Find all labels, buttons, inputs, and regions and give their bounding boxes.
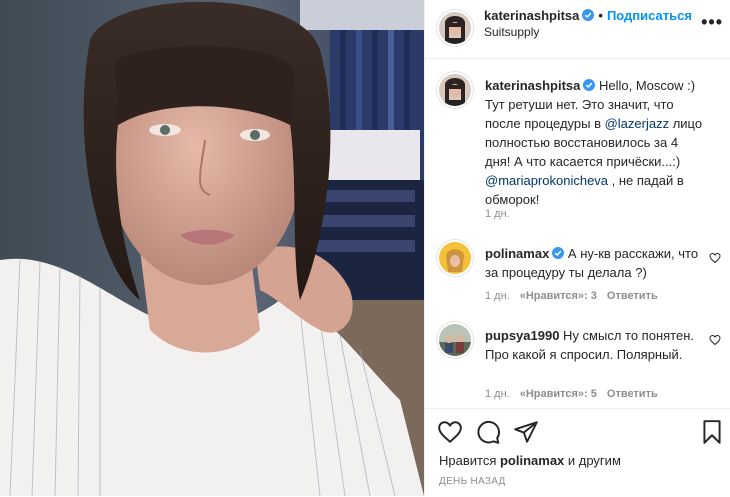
likes-prefix: Нравится [439, 453, 500, 468]
comment-time[interactable]: 1 дн. [485, 290, 510, 302]
liked-by-user[interactable]: polinamax [500, 453, 564, 468]
mention-link[interactable]: @lazerjazz [605, 116, 670, 131]
author-avatar-image [439, 12, 471, 44]
comment-icon[interactable] [475, 419, 501, 445]
post-header: katerinashpitsa • Подписаться Suitsupply •… [425, 0, 730, 59]
caption-username[interactable]: katerinashpitsa [485, 78, 580, 93]
post-photo-image [0, 0, 424, 496]
reply-button[interactable]: Ответить [607, 290, 658, 302]
post-side-panel: katerinashpitsa • Подписаться Suitsupply •… [424, 0, 730, 496]
verified-icon [552, 247, 565, 259]
post-actions: Нравится polinamax и другим ДЕНЬ НАЗАД [425, 408, 730, 497]
comment-like-icon[interactable] [709, 252, 721, 264]
caption-meta: 1 дн. [485, 208, 520, 220]
likes-others[interactable]: и другим [564, 453, 621, 468]
comment-likes[interactable]: «Нравится»: 3 [520, 290, 597, 302]
separator-dot: • [598, 8, 603, 23]
follow-button[interactable]: Подписаться [607, 8, 692, 23]
comments-list[interactable]: katerinashpitsa Hello, Moscow :) Тут рет… [425, 58, 730, 408]
author-line: katerinashpitsa • Подписаться [484, 8, 692, 23]
like-icon[interactable] [437, 419, 463, 445]
author-avatar[interactable] [439, 12, 471, 44]
caption-avatar-image [439, 74, 471, 106]
comment-username[interactable]: pupsya1990 [485, 328, 559, 343]
caption-time[interactable]: 1 дн. [485, 208, 510, 220]
comment-avatar[interactable] [439, 242, 471, 274]
share-icon[interactable] [513, 419, 539, 445]
comment-like-icon[interactable] [709, 334, 721, 346]
likes-summary: Нравится polinamax и другим [439, 453, 621, 468]
comment-time[interactable]: 1 дн. [485, 388, 510, 400]
mention-link[interactable]: @mariaprokonicheva [485, 173, 608, 188]
verified-icon [583, 79, 596, 91]
comment-avatar-image [439, 324, 471, 356]
comment-text: polinamax А ну-кв расскажи, что за проце… [485, 244, 707, 282]
more-icon[interactable]: ••• [701, 12, 723, 33]
comment-meta: 1 дн. «Нравится»: 3 Ответить [485, 290, 668, 302]
post-time[interactable]: ДЕНЬ НАЗАД [439, 476, 506, 487]
post-photo[interactable] [0, 0, 424, 496]
reply-button[interactable]: Ответить [607, 388, 658, 400]
location-link[interactable]: Suitsupply [484, 25, 539, 39]
verified-icon [582, 9, 595, 21]
comment-avatar[interactable] [439, 324, 471, 356]
comment-meta: 1 дн. «Нравится»: 5 Ответить [485, 388, 668, 400]
caption-avatar[interactable] [439, 74, 471, 106]
comment-text: pupsya1990 Ну смысл то понятен. Про како… [485, 326, 707, 364]
save-icon[interactable] [699, 419, 725, 445]
comment-avatar-image [439, 242, 471, 274]
caption-text: katerinashpitsa Hello, Moscow :) Тут рет… [485, 76, 707, 209]
comment-likes[interactable]: «Нравится»: 5 [520, 388, 597, 400]
comment-username[interactable]: polinamax [485, 246, 549, 261]
author-username[interactable]: katerinashpitsa [484, 8, 579, 23]
